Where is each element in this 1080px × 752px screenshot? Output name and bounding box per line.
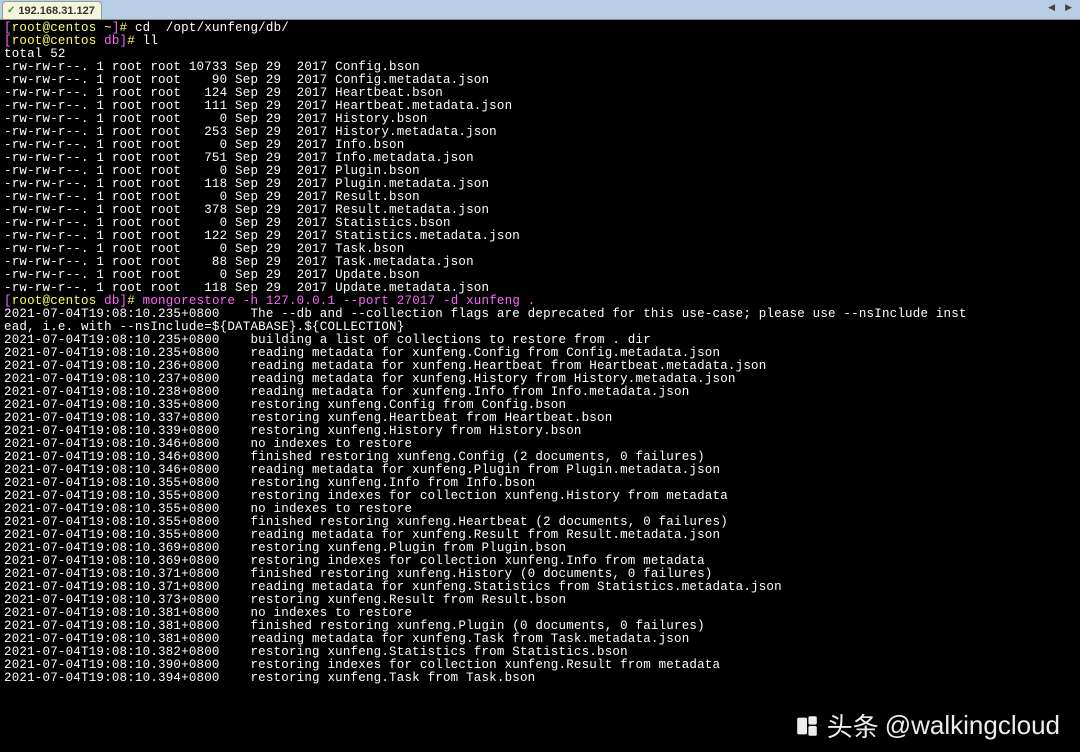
session-tab[interactable]: ✓ 192.168.31.127 [2, 1, 102, 19]
tab-next-icon[interactable]: ▶ [1061, 1, 1076, 14]
tab-label: 192.168.31.127 [18, 5, 94, 17]
watermark-prefix: 头条 [827, 707, 879, 744]
watermark: 头条 @walkingcloud [793, 707, 1060, 744]
check-icon: ✓ [7, 5, 15, 16]
prompt-line: [root@centos db]# ll [4, 35, 1076, 48]
watermark-handle: @walkingcloud [885, 710, 1060, 741]
terminal-output[interactable]: [root@centos ~]# cd /opt/xunfeng/db/[roo… [0, 20, 1080, 687]
tab-bar: ✓ 192.168.31.127 ◀ ▶ [0, 0, 1080, 20]
tab-controls: ◀ ▶ [1044, 1, 1076, 14]
tab-prev-icon[interactable]: ◀ [1044, 1, 1059, 14]
watermark-icon [793, 712, 821, 740]
prompt-line: [root@centos ~]# cd /opt/xunfeng/db/ [4, 22, 1076, 35]
log-line: 2021-07-04T19:08:10.394+0800 restoring x… [4, 672, 1076, 685]
